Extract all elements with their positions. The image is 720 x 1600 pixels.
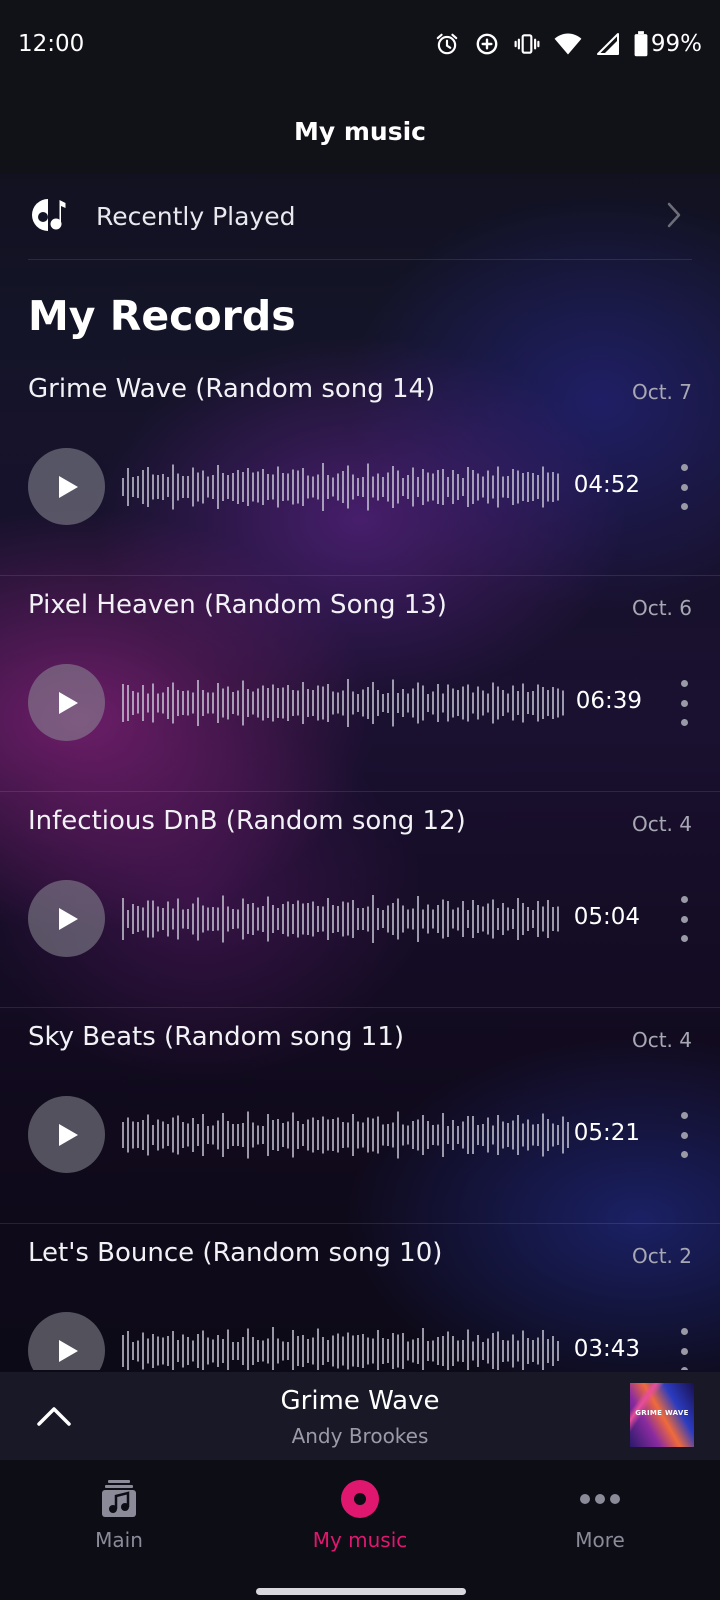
home-indicator[interactable] bbox=[256, 1588, 466, 1595]
play-icon bbox=[58, 907, 78, 930]
waveform[interactable] bbox=[122, 678, 568, 728]
record-title: Let's Bounce (Random song 10) bbox=[28, 1238, 443, 1268]
status-time: 12:00 bbox=[18, 31, 85, 57]
wifi-icon bbox=[554, 31, 582, 57]
record-duration: 06:39 bbox=[575, 688, 642, 714]
record-date: Oct. 2 bbox=[631, 1244, 692, 1268]
battery-percent: 99% bbox=[650, 31, 702, 57]
vibrate-icon bbox=[514, 31, 540, 57]
play-icon bbox=[58, 691, 78, 714]
record-duration: 04:52 bbox=[573, 472, 640, 498]
page-title: My music bbox=[294, 116, 426, 146]
more-options-icon[interactable] bbox=[674, 1328, 694, 1370]
record-item[interactable]: Infectious DnB (Random song 12) Oct. 4 0… bbox=[0, 792, 720, 1008]
chevron-right-icon bbox=[666, 201, 682, 233]
more-options-icon[interactable] bbox=[674, 680, 694, 726]
record-date: Oct. 6 bbox=[631, 596, 692, 620]
record-title: Grime Wave (Random song 14) bbox=[28, 374, 436, 404]
mini-player[interactable]: Grime Wave Andy Brookes GRIME WAVE bbox=[0, 1372, 720, 1460]
bottom-navigation: Main My music More bbox=[0, 1460, 720, 1600]
signal-icon bbox=[596, 32, 620, 56]
record-item[interactable]: Pixel Heaven (Random Song 13) Oct. 6 06:… bbox=[0, 576, 720, 792]
play-icon bbox=[58, 1123, 78, 1146]
nav-label-main: Main bbox=[95, 1528, 143, 1552]
waveform[interactable] bbox=[122, 1326, 562, 1370]
play-button[interactable] bbox=[28, 664, 105, 741]
more-options-icon[interactable] bbox=[674, 1112, 694, 1158]
record-item[interactable]: Sky Beats (Random song 11) Oct. 4 05:21 bbox=[0, 1008, 720, 1224]
record-item[interactable]: Grime Wave (Random song 14) Oct. 7 04:52 bbox=[0, 360, 720, 576]
record-duration: 03:43 bbox=[573, 1336, 640, 1362]
play-button[interactable] bbox=[28, 1312, 105, 1370]
record-item[interactable]: Let's Bounce (Random song 10) Oct. 2 03:… bbox=[0, 1224, 720, 1370]
record-date: Oct. 7 bbox=[631, 380, 692, 404]
alarm-icon bbox=[434, 31, 460, 57]
record-date: Oct. 4 bbox=[631, 812, 692, 836]
waveform[interactable] bbox=[122, 462, 562, 512]
recently-played-label: Recently Played bbox=[96, 202, 296, 231]
record-date: Oct. 4 bbox=[631, 1028, 692, 1052]
now-playing-title: Grime Wave bbox=[280, 1386, 440, 1416]
nav-item-more[interactable]: More bbox=[510, 1478, 690, 1552]
play-icon bbox=[58, 475, 78, 498]
recently-played-row[interactable]: Recently Played bbox=[28, 174, 692, 260]
now-playing-artist: Andy Brookes bbox=[291, 1424, 429, 1448]
record-duration: 05:21 bbox=[573, 1120, 640, 1146]
more-options-icon[interactable] bbox=[674, 896, 694, 942]
battery-icon bbox=[634, 31, 648, 57]
waveform[interactable] bbox=[122, 894, 562, 944]
album-art[interactable]: GRIME WAVE bbox=[630, 1383, 694, 1447]
record-title: Pixel Heaven (Random Song 13) bbox=[28, 590, 447, 620]
status-icons: 99% bbox=[434, 31, 702, 57]
nav-item-main[interactable]: Main bbox=[29, 1478, 209, 1552]
records-list[interactable]: Grime Wave (Random song 14) Oct. 7 04:52… bbox=[0, 360, 720, 1370]
play-button[interactable] bbox=[28, 448, 105, 525]
play-button[interactable] bbox=[28, 1096, 105, 1173]
record-title: Infectious DnB (Random song 12) bbox=[28, 806, 466, 836]
section-title: My Records bbox=[28, 292, 296, 340]
record-title: Sky Beats (Random song 11) bbox=[28, 1022, 405, 1052]
waveform[interactable] bbox=[122, 1110, 572, 1160]
music-note-icon bbox=[28, 195, 68, 239]
play-icon bbox=[58, 1339, 78, 1362]
more-horizontal-icon bbox=[510, 1478, 690, 1520]
app-header: My music bbox=[0, 88, 720, 174]
battery-indicator: 99% bbox=[634, 31, 702, 57]
album-art-text: GRIME WAVE bbox=[635, 1409, 689, 1417]
data-saver-icon bbox=[474, 31, 500, 57]
nav-label-more: More bbox=[575, 1528, 625, 1552]
nav-item-my-music[interactable]: My music bbox=[270, 1478, 450, 1552]
more-options-icon[interactable] bbox=[674, 464, 694, 510]
status-bar: 12:00 99% bbox=[0, 0, 720, 88]
music-library-icon bbox=[29, 1478, 209, 1520]
record-icon bbox=[270, 1478, 450, 1520]
record-duration: 05:04 bbox=[573, 904, 640, 930]
nav-label-my-music: My music bbox=[312, 1528, 408, 1552]
play-button[interactable] bbox=[28, 880, 105, 957]
